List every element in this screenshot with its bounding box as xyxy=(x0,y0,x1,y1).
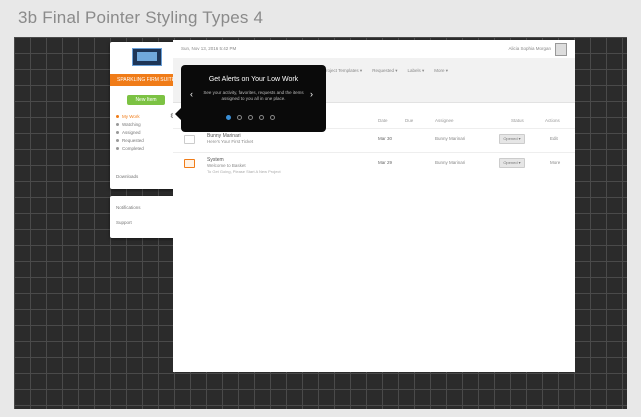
row-assignee: Bunny Marinari xyxy=(435,160,466,165)
column-due[interactable]: Due xyxy=(405,118,413,123)
org-switcher[interactable]: SPARKLING FIRM SUITE xyxy=(110,74,182,86)
bullet-icon xyxy=(116,130,119,134)
user-name[interactable]: Alicia Sophia Morgan xyxy=(508,46,551,51)
notifications-link[interactable]: Notifications xyxy=(116,205,141,210)
filter-requested[interactable]: Requested ▾ xyxy=(372,68,397,74)
chevron-right-icon[interactable]: › xyxy=(310,89,313,99)
row-note: To Get Going, Please Start A New Project xyxy=(207,169,281,174)
company-logo xyxy=(132,48,162,66)
row-date: Mar 30 xyxy=(378,136,393,141)
pointer-title: Get Alerts on Your Low Work xyxy=(208,76,299,83)
sidebar-item-watching[interactable]: Watching xyxy=(116,120,178,128)
row-subtitle[interactable]: Here's Your First Ticket xyxy=(207,139,253,144)
status-dropdown[interactable]: Opened ▾ xyxy=(499,134,525,144)
pagination-dot[interactable] xyxy=(259,115,264,120)
sidebar-secondary: Notifications Support xyxy=(110,196,182,238)
column-date[interactable]: Date xyxy=(378,118,388,123)
date-text: Sun, Nov 13, 2016 5:42 PM xyxy=(181,46,237,51)
row-subtitle[interactable]: Welcome to Basket xyxy=(207,163,246,168)
avatar[interactable] xyxy=(555,43,567,56)
filter-project-templates[interactable]: Project Templates ▾ xyxy=(323,68,362,74)
support-link[interactable]: Support xyxy=(116,220,132,225)
filter-labels[interactable]: Labels ▾ xyxy=(407,68,424,74)
sidebar-item-my-work[interactable]: My Work xyxy=(116,112,178,120)
onboarding-pointer: Get Alerts on Your Low Work See your act… xyxy=(175,65,326,132)
status-dropdown[interactable]: Opened ▾ xyxy=(499,158,525,168)
table-row[interactable]: System Welcome to Basket To Get Going, P… xyxy=(173,152,575,175)
pointer-body: See your activity, favorites, requests a… xyxy=(203,90,304,101)
sidebar-item-requested[interactable]: Requested xyxy=(116,136,178,144)
system-message-icon xyxy=(184,159,195,168)
chevron-left-icon[interactable]: ‹ xyxy=(190,89,193,99)
bullet-icon xyxy=(116,146,119,150)
sidebar-item-assigned[interactable]: Assigned xyxy=(116,128,178,136)
top-bar: Sun, Nov 13, 2016 5:42 PM Alicia Sophia … xyxy=(173,40,575,59)
row-action[interactable]: More xyxy=(550,160,560,165)
pagination-dots xyxy=(226,115,275,120)
new-item-button[interactable]: New Item xyxy=(127,95,165,105)
sidebar-item-completed[interactable]: Completed xyxy=(116,144,178,152)
pagination-dot[interactable] xyxy=(248,115,253,120)
downloads-link[interactable]: Downloads xyxy=(116,174,138,179)
filter-more[interactable]: More ▾ xyxy=(434,68,448,74)
pagination-dot[interactable] xyxy=(226,115,231,120)
sidebar-nav: My Work Watching Assigned Requested Comp… xyxy=(116,112,178,152)
column-actions: Actions xyxy=(545,118,560,123)
pagination-dot[interactable] xyxy=(237,115,242,120)
pagination-dot[interactable] xyxy=(270,115,275,120)
page-title: 3b Final Pointer Styling Types 4 xyxy=(18,8,264,27)
sidebar: SPARKLING FIRM SUITE New Item My Work Wa… xyxy=(110,42,182,189)
row-assignee: Bunny Marinari xyxy=(435,136,466,141)
column-assignee[interactable]: Assignee xyxy=(435,118,454,123)
pointer-arrow xyxy=(175,108,181,120)
bullet-icon xyxy=(116,122,119,126)
bullet-icon xyxy=(116,114,119,118)
row-action[interactable]: Edit xyxy=(550,136,558,141)
ticket-icon xyxy=(184,135,195,144)
bullet-icon xyxy=(116,138,119,142)
column-status[interactable]: Status xyxy=(511,118,524,123)
row-date: Mar 29 xyxy=(378,160,393,165)
filter-dropdowns: Project Templates ▾ Requested ▾ Labels ▾… xyxy=(323,68,448,74)
